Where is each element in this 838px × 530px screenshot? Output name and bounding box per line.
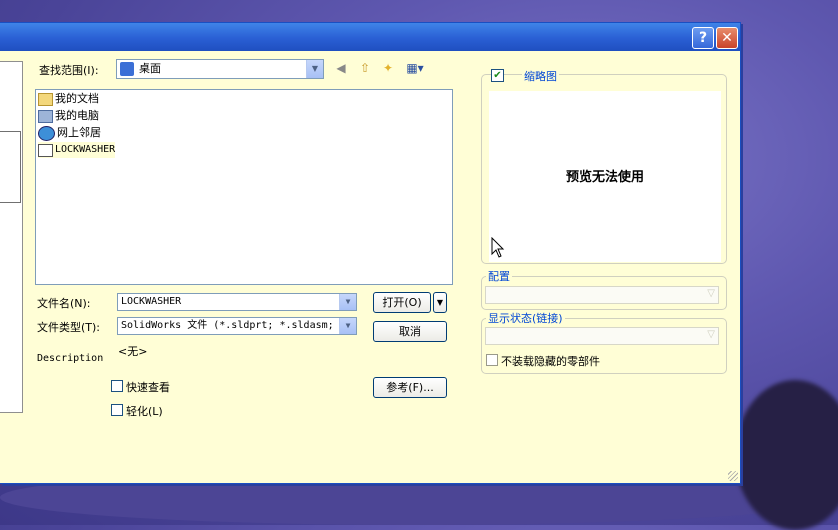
chevron-down-icon[interactable]: ▼ <box>339 318 356 334</box>
open-file-dialog: ? ✕ 查找范围(I): 桌面 ▼ ◀ ⇧ ✦ ▦▾ 我的文档 我的电脑 网上邻… <box>0 22 741 484</box>
list-item[interactable]: 我的电脑 <box>38 108 99 124</box>
hidden-components-checkbox[interactable] <box>486 354 498 366</box>
description-label: Description <box>37 353 104 364</box>
reference-button[interactable]: 参考(F)... <box>373 377 447 398</box>
file-name: 我的电脑 <box>55 109 99 122</box>
back-icon[interactable]: ◀ <box>333 60 349 76</box>
look-in-label: 查找范围(I): <box>39 64 99 77</box>
assembly-file-icon <box>38 143 53 157</box>
chevron-down-icon[interactable]: ▼ <box>339 294 356 310</box>
chevron-down-icon: ▽ <box>707 329 715 340</box>
look-in-value: 桌面 <box>139 62 161 75</box>
new-folder-icon[interactable]: ✦ <box>380 60 396 76</box>
desktop-icon <box>120 62 134 76</box>
list-item[interactable]: LOCKWASHER <box>38 142 116 158</box>
close-button[interactable]: ✕ <box>716 27 738 49</box>
network-icon <box>38 125 55 141</box>
open-dropdown-button[interactable]: ▼ <box>433 292 447 313</box>
up-folder-icon[interactable]: ⇧ <box>357 60 373 76</box>
views-menu-icon[interactable]: ▦▾ <box>403 60 427 76</box>
places-bar[interactable] <box>0 61 23 413</box>
filetype-value: SolidWorks 文件 (*.sldprt; *.sldasm; <box>121 320 334 331</box>
my-computer-icon <box>38 109 53 123</box>
thumbnail-checkbox[interactable]: ✔ <box>491 69 504 82</box>
description-value: <无> <box>118 345 148 358</box>
filename-input[interactable]: LOCKWASHER ▼ <box>117 293 357 311</box>
lightweight-checkbox[interactable] <box>111 404 123 416</box>
quick-view-label: 快速查看 <box>126 381 170 394</box>
open-button[interactable]: 打开(O) <box>373 292 431 313</box>
preview-unavailable-text: 预览无法使用 <box>565 170 644 185</box>
filetype-combo[interactable]: SolidWorks 文件 (*.sldprt; *.sldasm; ▼ <box>117 317 357 335</box>
display-state-combo[interactable]: ▽ <box>485 327 719 345</box>
display-state-label: 显示状态(链接) <box>486 310 565 326</box>
quick-view-checkbox[interactable] <box>111 380 123 392</box>
filename-label: 文件名(N): <box>37 297 91 310</box>
thumbnail-label: 缩略图 <box>522 68 559 84</box>
chevron-down-icon[interactable]: ▼ <box>306 60 323 78</box>
file-list[interactable]: 我的文档 我的电脑 网上邻居 LOCKWASHER <box>35 89 453 285</box>
help-button[interactable]: ? <box>692 27 714 49</box>
title-bar[interactable]: ? ✕ <box>0 23 740 51</box>
configuration-combo[interactable]: ▽ <box>485 286 719 304</box>
look-in-combo[interactable]: 桌面 ▼ <box>116 59 324 79</box>
places-bar-item[interactable] <box>0 131 21 203</box>
my-documents-icon <box>38 92 53 106</box>
lightweight-label: 轻化(L) <box>126 405 163 418</box>
list-item[interactable]: 我的文档 <box>38 91 99 107</box>
filetype-label: 文件类型(T): <box>37 321 101 334</box>
file-name: 我的文档 <box>55 92 99 105</box>
chevron-down-icon: ▽ <box>707 288 715 299</box>
thumbnail-preview: 预览无法使用 <box>489 91 721 262</box>
configuration-label: 配置 <box>486 268 512 284</box>
hidden-components-label: 不装载隐藏的零部件 <box>501 355 600 368</box>
list-item[interactable]: 网上邻居 <box>38 125 101 141</box>
resize-grip-icon[interactable] <box>728 471 738 481</box>
filename-value: LOCKWASHER <box>121 296 182 307</box>
file-name: 网上邻居 <box>57 126 101 139</box>
mouse-pointer-icon <box>491 237 505 258</box>
cancel-button[interactable]: 取消 <box>373 321 447 342</box>
file-name: LOCKWASHER <box>55 144 116 155</box>
